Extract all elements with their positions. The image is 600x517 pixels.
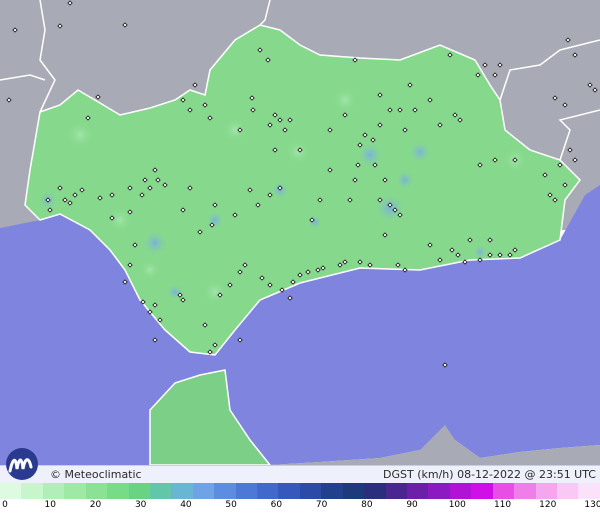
map-footer: © Meteoclimatic DGST (km/h) 08-12-2022 @… [0, 465, 600, 483]
scale-label: 50 [225, 500, 237, 510]
scale-label: 30 [134, 500, 147, 510]
scale-swatch [214, 483, 236, 499]
scale-swatch [85, 483, 108, 499]
scale-swatch [492, 483, 515, 499]
meteoclimatic-logo-icon [6, 448, 38, 480]
scale-label: 120 [539, 500, 557, 510]
scale-label: 100 [448, 500, 466, 510]
scale-swatch [299, 483, 322, 499]
scale-swatch [364, 483, 386, 499]
scale-label: 20 [89, 500, 102, 510]
color-scale-labels: 0 10 20 30 40 50 60 70 80 90 100 110 120 130 [0, 499, 600, 515]
scale-label: 10 [44, 500, 56, 510]
scale-swatch [385, 483, 408, 499]
scale-label: 90 [406, 500, 418, 510]
scale-swatch [235, 483, 258, 499]
scale-swatch [257, 483, 279, 499]
scale-label: 40 [180, 500, 192, 510]
scale-swatch [42, 483, 65, 499]
map-info-label: DGST (km/h) 08-12-2022 @ 23:51 UTC [383, 468, 596, 481]
scale-swatch [514, 483, 536, 499]
scale-label: 70 [315, 500, 328, 510]
scale-swatch [107, 483, 129, 499]
scale-swatch [149, 483, 172, 499]
scale-swatch [171, 483, 193, 499]
scale-swatch [192, 483, 215, 499]
scale-label: 60 [270, 500, 283, 510]
scale-swatch [535, 483, 557, 499]
scale-label: 80 [361, 500, 373, 510]
brand-credit: © Meteoclimatic [50, 468, 142, 481]
scale-swatch [128, 483, 150, 499]
scale-label: 110 [493, 500, 512, 510]
color-scale-bar [0, 483, 600, 499]
scale-label: 130 [584, 500, 600, 510]
scale-label: 0 [2, 500, 8, 510]
scale-swatch [0, 483, 22, 499]
color-scale-legend: 0 10 20 30 40 50 60 70 80 90 100 110 120 130 [0, 483, 600, 517]
scale-swatch [428, 483, 450, 499]
scale-swatch [556, 483, 579, 499]
wind-gust-map [0, 0, 600, 466]
scale-swatch [278, 483, 300, 499]
scale-swatch [407, 483, 429, 499]
scale-swatch [449, 483, 472, 499]
scale-swatch [64, 483, 86, 499]
scale-swatch [342, 483, 365, 499]
scale-swatch [321, 483, 343, 499]
scale-swatch [21, 483, 43, 499]
scale-swatch [471, 483, 493, 499]
scale-swatch [578, 483, 600, 499]
